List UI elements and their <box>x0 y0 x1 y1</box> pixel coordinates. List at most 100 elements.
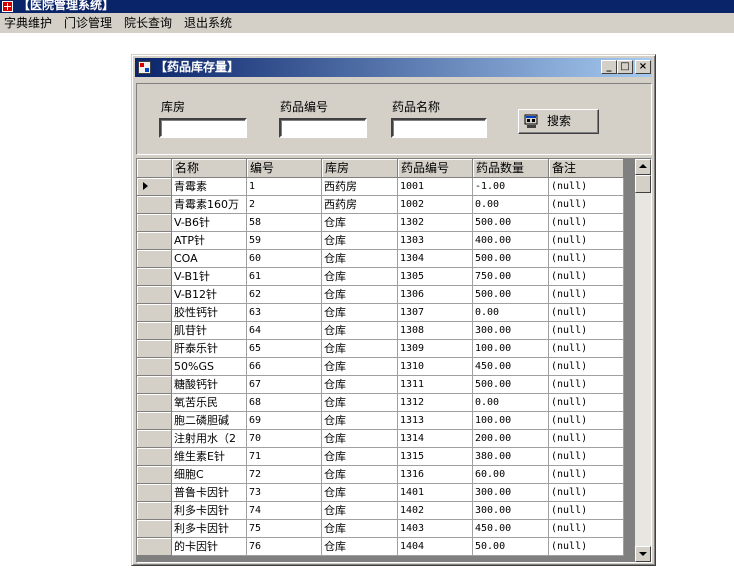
column-header[interactable]: 药品数量 <box>473 159 549 178</box>
table-cell[interactable]: 1307 <box>398 304 473 322</box>
vertical-scrollbar[interactable] <box>635 159 651 562</box>
minimize-button[interactable]: _ <box>601 60 617 74</box>
table-cell[interactable]: 肝泰乐针 <box>172 340 247 358</box>
table-row[interactable]: 糖酸钙针 67 仓库 1311 500.00 (null) <box>137 376 624 394</box>
table-cell[interactable]: (null) <box>549 304 624 322</box>
table-cell[interactable]: 380.00 <box>473 448 549 466</box>
drug-code-input[interactable] <box>279 118 367 138</box>
table-cell[interactable]: 仓库 <box>322 484 398 502</box>
table-cell[interactable]: V-B1针 <box>172 268 247 286</box>
table-cell[interactable]: 63 <box>247 304 322 322</box>
table-cell[interactable]: 仓库 <box>322 358 398 376</box>
table-cell[interactable]: 1308 <box>398 322 473 340</box>
table-cell[interactable]: 仓库 <box>322 394 398 412</box>
table-cell[interactable]: (null) <box>549 394 624 412</box>
table-row[interactable]: 胞二磷胆碱 69 仓库 1313 100.00 (null) <box>137 412 624 430</box>
table-cell[interactable]: 73 <box>247 484 322 502</box>
table-cell[interactable]: 71 <box>247 448 322 466</box>
table-cell[interactable]: 72 <box>247 466 322 484</box>
table-cell[interactable]: V-B12针 <box>172 286 247 304</box>
table-cell[interactable]: 2 <box>247 196 322 214</box>
column-header[interactable]: 备注 <box>549 159 624 178</box>
table-cell[interactable]: 60.00 <box>473 466 549 484</box>
table-cell[interactable]: 仓库 <box>322 304 398 322</box>
column-header[interactable]: 名称 <box>172 159 247 178</box>
table-cell[interactable]: 400.00 <box>473 232 549 250</box>
table-cell[interactable]: (null) <box>549 412 624 430</box>
table-cell[interactable]: 1309 <box>398 340 473 358</box>
table-cell[interactable]: (null) <box>549 286 624 304</box>
table-cell[interactable]: 50.00 <box>473 538 549 556</box>
table-cell[interactable]: 67 <box>247 376 322 394</box>
table-cell[interactable]: 60 <box>247 250 322 268</box>
table-cell[interactable]: 仓库 <box>322 430 398 448</box>
table-cell[interactable]: 仓库 <box>322 412 398 430</box>
table-cell[interactable]: 0.00 <box>473 196 549 214</box>
table-row[interactable]: 50%GS 66 仓库 1310 450.00 (null) <box>137 358 624 376</box>
row-header[interactable] <box>137 448 172 466</box>
table-cell[interactable]: 的卡因针 <box>172 538 247 556</box>
table-cell[interactable]: 500.00 <box>473 286 549 304</box>
table-cell[interactable]: 仓库 <box>322 322 398 340</box>
table-row[interactable]: 注射用水（2 70 仓库 1314 200.00 (null) <box>137 430 624 448</box>
table-cell[interactable]: (null) <box>549 358 624 376</box>
table-cell[interactable]: 糖酸钙针 <box>172 376 247 394</box>
table-cell[interactable]: (null) <box>549 430 624 448</box>
table-row[interactable]: 青霉素 1 西药房 1001 -1.00 (null) <box>137 178 624 196</box>
table-row[interactable]: 利多卡因针 74 仓库 1402 300.00 (null) <box>137 502 624 520</box>
row-header[interactable] <box>137 394 172 412</box>
table-cell[interactable]: 1002 <box>398 196 473 214</box>
row-header[interactable] <box>137 250 172 268</box>
table-cell[interactable]: 500.00 <box>473 214 549 232</box>
table-cell[interactable]: 68 <box>247 394 322 412</box>
table-cell[interactable]: 0.00 <box>473 394 549 412</box>
row-header[interactable] <box>137 286 172 304</box>
table-cell[interactable]: 仓库 <box>322 520 398 538</box>
table-cell[interactable]: 70 <box>247 430 322 448</box>
scroll-thumb[interactable] <box>635 175 651 193</box>
row-header[interactable] <box>137 484 172 502</box>
table-cell[interactable]: 普鲁卡因针 <box>172 484 247 502</box>
table-cell[interactable]: (null) <box>549 214 624 232</box>
table-cell[interactable]: 74 <box>247 502 322 520</box>
table-cell[interactable]: 仓库 <box>322 286 398 304</box>
table-row[interactable]: 肝泰乐针 65 仓库 1309 100.00 (null) <box>137 340 624 358</box>
row-header[interactable] <box>137 214 172 232</box>
table-cell[interactable]: 450.00 <box>473 358 549 376</box>
row-header[interactable] <box>137 232 172 250</box>
table-row[interactable]: 肌苷针 64 仓库 1308 300.00 (null) <box>137 322 624 340</box>
table-cell[interactable]: 仓库 <box>322 268 398 286</box>
table-cell[interactable]: 细胞C <box>172 466 247 484</box>
table-cell[interactable]: (null) <box>549 466 624 484</box>
table-cell[interactable]: 100.00 <box>473 412 549 430</box>
table-cell[interactable]: (null) <box>549 340 624 358</box>
table-cell[interactable]: 750.00 <box>473 268 549 286</box>
table-cell[interactable]: 450.00 <box>473 520 549 538</box>
row-header[interactable] <box>137 430 172 448</box>
table-cell[interactable]: 66 <box>247 358 322 376</box>
table-cell[interactable]: 100.00 <box>473 340 549 358</box>
table-cell[interactable]: 仓库 <box>322 502 398 520</box>
row-header[interactable] <box>137 538 172 556</box>
table-cell[interactable]: 氧苦乐民 <box>172 394 247 412</box>
table-cell[interactable]: 仓库 <box>322 340 398 358</box>
table-row[interactable]: 的卡因针 76 仓库 1404 50.00 (null) <box>137 538 624 556</box>
table-cell[interactable]: 0.00 <box>473 304 549 322</box>
table-row[interactable]: 细胞C 72 仓库 1316 60.00 (null) <box>137 466 624 484</box>
table-row[interactable]: 普鲁卡因针 73 仓库 1401 300.00 (null) <box>137 484 624 502</box>
table-cell[interactable]: 200.00 <box>473 430 549 448</box>
table-cell[interactable]: (null) <box>549 484 624 502</box>
row-header[interactable] <box>137 502 172 520</box>
table-cell[interactable]: 65 <box>247 340 322 358</box>
table-cell[interactable]: 西药房 <box>322 196 398 214</box>
table-cell[interactable]: (null) <box>549 448 624 466</box>
row-header[interactable] <box>137 178 172 196</box>
table-row[interactable]: 胶性钙针 63 仓库 1307 0.00 (null) <box>137 304 624 322</box>
table-cell[interactable]: 1306 <box>398 286 473 304</box>
row-header[interactable] <box>137 268 172 286</box>
table-cell[interactable]: 仓库 <box>322 250 398 268</box>
table-cell[interactable]: (null) <box>549 520 624 538</box>
table-row[interactable]: ATP针 59 仓库 1303 400.00 (null) <box>137 232 624 250</box>
table-cell[interactable]: 1311 <box>398 376 473 394</box>
table-cell[interactable]: 西药房 <box>322 178 398 196</box>
